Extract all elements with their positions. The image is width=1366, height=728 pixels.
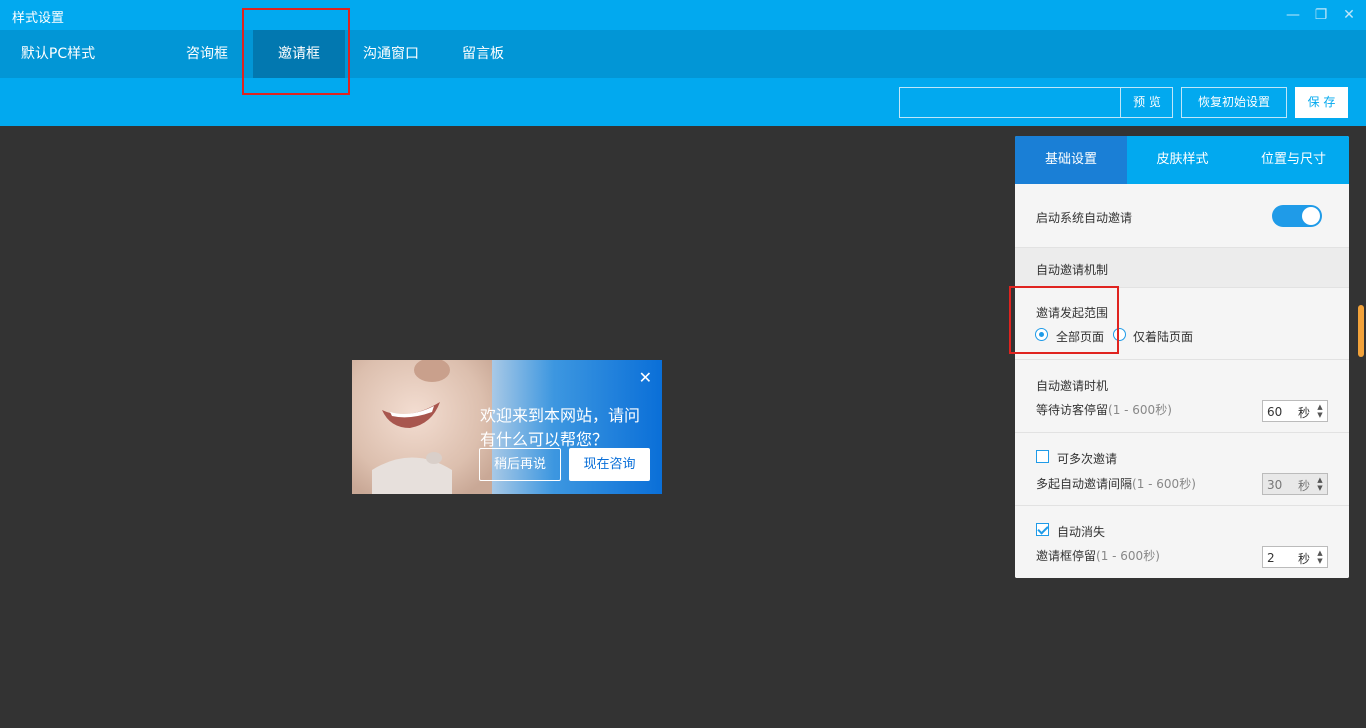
window-title: 样式设置 [12, 11, 65, 26]
multi-invite-section: 可多次邀请 多起自动邀请间隔(1 - 600秒) 30 秒 ▲ ▼ [1015, 433, 1349, 506]
stay-text: 等待访客停留 [1036, 403, 1109, 417]
auto-dismiss-checkbox[interactable] [1036, 523, 1049, 536]
stay-seconds-stepper[interactable]: 60 秒 ▲ ▼ [1262, 400, 1328, 422]
tab-consult-box[interactable]: 咨询框 [162, 30, 252, 78]
stepper-arrows-icon: ▲ ▼ [1317, 476, 1323, 492]
consult-now-button[interactable]: 现在咨询 [569, 448, 650, 481]
invite-range-section: 邀请发起范围 全部页面 仅着陆页面 [1015, 288, 1349, 360]
titlebar: 样式设置 — ❐ ✕ [0, 0, 1366, 30]
popup-close-icon[interactable]: ✕ [639, 368, 652, 387]
range-landing-page-label[interactable]: 仅着陆页面 [1133, 328, 1193, 345]
popup-stay-text: 邀请框停留 [1036, 549, 1097, 563]
face-photo [352, 360, 492, 494]
range-all-pages-radio[interactable] [1035, 328, 1048, 341]
auto-invite-label: 启动系统自动邀请 [1036, 211, 1133, 225]
popup-message: 欢迎来到本网站，请问有什么可以帮您？ [480, 406, 641, 449]
timing-label: 自动邀请时机 [1036, 379, 1109, 393]
settings-panel: 基础设置 皮肤样式 位置与尺寸 启动系统自动邀请 自动邀请机制 邀请发起范围 全… [1015, 136, 1349, 578]
popup-stay-hint: (1 - 600秒) [1096, 549, 1160, 563]
auto-dismiss-section: 自动消失 邀请框停留(1 - 600秒) 2 秒 ▲ ▼ [1015, 506, 1349, 578]
interval-seconds-value: 30 [1267, 478, 1283, 492]
tab-message-board[interactable]: 留言板 [438, 30, 528, 78]
save-button[interactable]: 保 存 [1295, 87, 1348, 118]
setting-auto-invite: 启动系统自动邀请 [1015, 184, 1349, 248]
nav-tabs: 默认PC样式 咨询框 邀请框 沟通窗口 留言板 [0, 30, 1366, 78]
popup-stay-label: 邀请框停留(1 - 600秒) [1036, 547, 1160, 564]
minimize-icon[interactable]: — [1284, 6, 1302, 24]
stay-hint: (1 - 600秒) [1108, 403, 1172, 417]
preview-button[interactable]: 预 览 [1121, 88, 1173, 117]
auto-dismiss-label[interactable]: 自动消失 [1057, 523, 1105, 540]
interval-seconds-stepper: 30 秒 ▲ ▼ [1262, 473, 1328, 495]
toolbar: 预 览 恢复初始设置 保 存 [0, 78, 1366, 126]
seconds-unit: 秒 [1298, 406, 1311, 420]
mechanism-section-header: 自动邀请机制 [1015, 248, 1349, 288]
stepper-arrows-icon[interactable]: ▲ ▼ [1315, 403, 1325, 419]
tab-basic[interactable]: 基础设置 [1015, 136, 1127, 184]
close-icon[interactable]: ✕ [1340, 6, 1358, 24]
preview-url-box: 预 览 [899, 87, 1173, 118]
interval-hint: (1 - 600秒) [1132, 477, 1196, 491]
tab-position-size[interactable]: 位置与尺寸 [1238, 136, 1349, 184]
multi-invite-label[interactable]: 可多次邀请 [1057, 450, 1117, 467]
popup-stay-value: 2 [1267, 551, 1275, 565]
tab-invite-box[interactable]: 邀请框 [253, 30, 345, 78]
window-controls: — ❐ ✕ [1284, 6, 1358, 24]
range-all-pages-label[interactable]: 全部页面 [1056, 328, 1104, 345]
later-button[interactable]: 稍后再说 [479, 448, 561, 481]
restore-icon[interactable]: ❐ [1312, 6, 1330, 24]
auto-invite-toggle[interactable] [1272, 205, 1322, 227]
seconds-unit: 秒 [1298, 552, 1311, 566]
timing-section: 自动邀请时机 等待访客停留(1 - 600秒) 60 秒 ▲ ▼ [1015, 360, 1349, 433]
tab-skin[interactable]: 皮肤样式 [1127, 136, 1238, 184]
stay-label: 等待访客停留(1 - 600秒) [1036, 401, 1172, 418]
panel-tabs: 基础设置 皮肤样式 位置与尺寸 [1015, 136, 1349, 184]
popup-stay-stepper[interactable]: 2 秒 ▲ ▼ [1262, 546, 1328, 568]
mechanism-heading: 自动邀请机制 [1036, 263, 1109, 277]
tab-default-pc-style[interactable]: 默认PC样式 [0, 30, 116, 78]
interval-label: 多起自动邀请间隔(1 - 600秒) [1036, 475, 1196, 492]
toggle-knob [1302, 207, 1320, 225]
interval-text: 多起自动邀请间隔 [1036, 477, 1133, 491]
stay-seconds-value: 60 [1267, 405, 1283, 419]
scrollbar-thumb[interactable] [1358, 305, 1364, 357]
range-landing-page-radio[interactable] [1113, 328, 1126, 341]
invite-popup: ✕ 欢迎来到本网站，请问有什么可以帮您？ 稍后再说 现在咨询 [352, 360, 662, 494]
stepper-arrows-icon[interactable]: ▲ ▼ [1315, 549, 1325, 565]
seconds-unit: 秒 [1298, 479, 1311, 493]
preview-url-input[interactable] [900, 88, 1120, 117]
multi-invite-checkbox[interactable] [1036, 450, 1049, 463]
range-label: 邀请发起范围 [1036, 306, 1109, 320]
tab-chat-window[interactable]: 沟通窗口 [346, 30, 436, 78]
restore-defaults-button[interactable]: 恢复初始设置 [1181, 87, 1287, 118]
